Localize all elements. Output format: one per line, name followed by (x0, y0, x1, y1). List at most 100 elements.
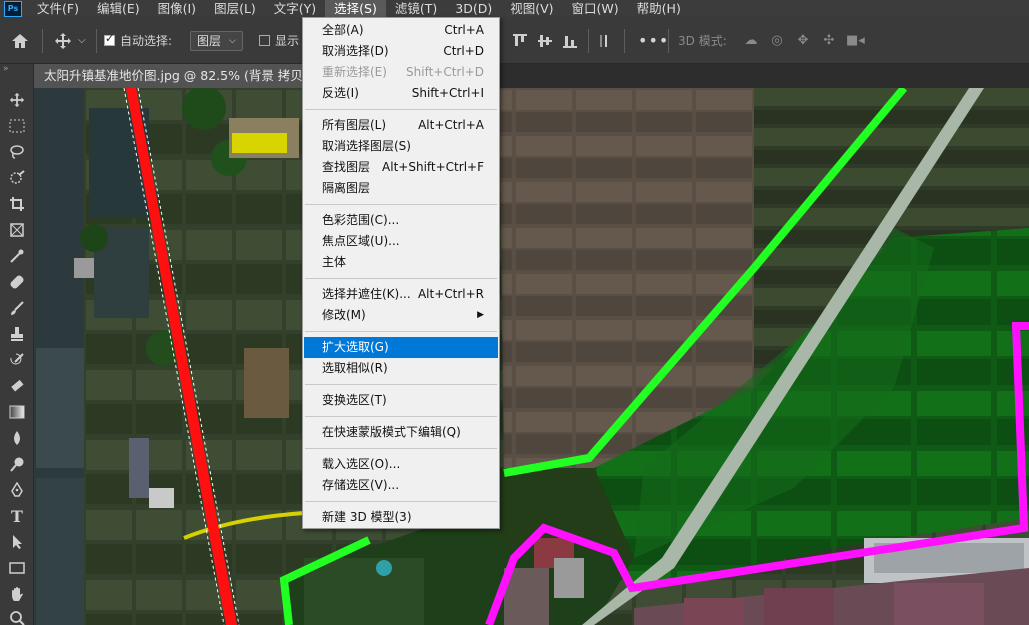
move-tool-icon[interactable] (0, 88, 34, 112)
document-canvas[interactable] (34, 88, 1029, 625)
dropdown-menu-item[interactable]: 主体 (304, 252, 498, 273)
menu-item-label: 扩大选取(G) (322, 340, 389, 354)
menu-item-shortcut: Shift+Ctrl+I (411, 86, 484, 100)
menu-separator (305, 448, 497, 449)
menu-item-label: 取消选择图层(S) (322, 139, 411, 153)
dropdown-menu-item[interactable]: 所有图层(L) Alt+Ctrl+A (304, 115, 498, 136)
menu-bar: Ps 文件(F) 编辑(E) 图像(I) 图层(L) 文字(Y) 选择(S) 滤镜(T) 3D… (0, 0, 1029, 17)
gradient-tool-icon[interactable] (0, 400, 34, 424)
menu-item[interactable]: 窗口(W) (563, 0, 628, 17)
document-tab[interactable]: 太阳升镇基准地价图.jpg @ 82.5% (背景 拷贝, (34, 64, 334, 88)
menu-item-label: 在快速蒙版模式下编辑(Q) (322, 425, 461, 439)
align-vertical-center-icon[interactable] (537, 17, 553, 64)
hand-tool-icon[interactable] (0, 582, 34, 606)
marquee-tool-icon[interactable] (0, 114, 34, 138)
auto-select-checkbox[interactable]: 自动选择: (104, 17, 172, 64)
lasso-tool-icon[interactable] (0, 140, 34, 164)
menu-item[interactable]: 编辑(E) (88, 0, 149, 17)
move-tool-icon[interactable] (54, 17, 72, 64)
menu-item[interactable]: 选择(S) (325, 0, 386, 17)
dodge-tool-icon[interactable] (0, 452, 34, 476)
zoom-tool-icon[interactable] (0, 606, 34, 625)
options-bar: ⌵ 自动选择: 图层 ⌵ 显示 ••• 3D 模式: ☁ ◎ ✥ ✣ ■◂ (0, 17, 1029, 64)
menu-item-label: 所有图层(L) (322, 118, 387, 132)
more-options-icon[interactable]: ••• (638, 17, 669, 64)
crop-tool-icon[interactable] (0, 192, 34, 216)
camera-3d-icon[interactable]: ■◂ (846, 33, 865, 48)
dropdown-menu-item[interactable]: 反选(I) Shift+Ctrl+I (304, 83, 498, 104)
dropdown-menu-item[interactable]: 色彩范围(C)... (304, 210, 498, 231)
menu-separator (305, 204, 497, 205)
dropdown-menu-item[interactable]: 在快速蒙版模式下编辑(Q) (304, 422, 498, 443)
type-tool-icon[interactable]: T (0, 504, 34, 528)
path-selection-tool-icon[interactable] (0, 530, 34, 554)
auto-select-check[interactable] (104, 32, 115, 46)
pen-tool-icon[interactable] (0, 478, 34, 502)
menu-item-shortcut: Alt+Ctrl+R (417, 287, 484, 301)
dropdown-menu-item[interactable]: 取消选择(D) Ctrl+D (304, 41, 498, 62)
menu-item-shortcut: Ctrl+D (443, 44, 484, 58)
quick-selection-tool-icon[interactable] (0, 166, 34, 190)
eyedropper-tool-icon[interactable] (0, 244, 34, 268)
menu-item-label: 取消选择(D) (322, 44, 389, 58)
dropdown-menu-item[interactable]: 焦点区域(U)... (304, 231, 498, 252)
menu-item[interactable]: 图像(I) (149, 0, 205, 17)
tools-panel: » T (0, 64, 34, 625)
dropdown-menu-item[interactable]: 存储选区(V)... (304, 475, 498, 496)
align-top-icon[interactable] (512, 17, 528, 64)
menu-item[interactable]: 图层(L) (205, 0, 265, 17)
auto-select-target-dropdown[interactable]: 图层 ⌵ (190, 30, 243, 51)
frame-tool-icon[interactable] (0, 218, 34, 242)
roll-3d-icon[interactable]: ◎ (768, 33, 786, 48)
align-bottom-icon[interactable] (562, 17, 578, 64)
menu-separator (305, 109, 497, 110)
menu-separator (305, 416, 497, 417)
orbit-3d-icon[interactable]: ☁ (742, 33, 760, 48)
menu-item-label: 载入选区(O)... (322, 457, 401, 471)
history-brush-tool-icon[interactable] (0, 348, 34, 372)
blur-tool-icon[interactable] (0, 426, 34, 450)
chevron-down-icon: ⌵ (229, 35, 236, 46)
dropdown-menu-item[interactable]: 查找图层 Alt+Shift+Ctrl+F (304, 157, 498, 178)
healing-brush-tool-icon[interactable] (0, 270, 34, 294)
distribute-icon[interactable] (597, 17, 613, 64)
menu-separator (305, 278, 497, 279)
menu-item-label: 选取相似(R) (322, 361, 388, 375)
dropdown-menu-item[interactable]: 重新选择(E) Shift+Ctrl+D (304, 62, 498, 83)
dropdown-menu-item[interactable]: 隔离图层 (304, 178, 498, 199)
menu-item[interactable]: 3D(D) (446, 0, 501, 17)
dropdown-menu-item[interactable]: 选择并遮住(K)... Alt+Ctrl+R (304, 284, 498, 305)
menu-item[interactable]: 文字(Y) (265, 0, 325, 17)
menu-item[interactable]: 文件(F) (28, 0, 88, 17)
menu-item-label: 重新选择(E) (322, 65, 387, 79)
3d-mode-icons: ☁ ◎ ✥ ✣ ■◂ (738, 17, 868, 64)
pan-3d-icon[interactable]: ✥ (794, 33, 812, 48)
eraser-tool-icon[interactable] (0, 374, 34, 398)
show-transform-check[interactable] (259, 35, 270, 46)
dropdown-menu-item[interactable]: 载入选区(O)... (304, 454, 498, 475)
brush-tool-icon[interactable] (0, 296, 34, 320)
menu-item[interactable]: 帮助(H) (628, 0, 690, 17)
dropdown-menu-item[interactable]: 变换选区(T) (304, 390, 498, 411)
home-icon[interactable] (10, 17, 30, 64)
aerial-map-image (34, 88, 1029, 625)
dropdown-menu-item[interactable]: 新建 3D 模型(3) (304, 507, 498, 528)
menu-item-label: 隔离图层 (322, 181, 371, 195)
menu-item-label: 色彩范围(C)... (322, 213, 400, 227)
slide-3d-icon[interactable]: ✣ (820, 33, 838, 48)
menu-item-label: 变换选区(T) (322, 393, 387, 407)
show-transform-checkbox[interactable]: 显示 (259, 17, 299, 64)
dropdown-menu-item[interactable]: 取消选择图层(S) (304, 136, 498, 157)
tool-preset-chevron-icon[interactable]: ⌵ (78, 17, 86, 64)
rectangle-tool-icon[interactable] (0, 556, 34, 580)
dropdown-menu-item[interactable]: 修改(M) ▶ (304, 305, 498, 326)
clone-stamp-tool-icon[interactable] (0, 322, 34, 346)
menu-item-label: 修改(M) (322, 308, 366, 322)
menu-item[interactable]: 视图(V) (501, 0, 562, 17)
dropdown-menu-item[interactable]: 全部(A) Ctrl+A (304, 20, 498, 41)
dropdown-menu-item[interactable]: 扩大选取(G) (304, 337, 498, 358)
menu-item[interactable]: 滤镜(T) (386, 0, 446, 17)
dropdown-menu-item[interactable]: 选取相似(R) (304, 358, 498, 379)
auto-select-target-value: 图层 (197, 34, 222, 48)
panel-collapse-icon[interactable]: » (3, 64, 9, 74)
